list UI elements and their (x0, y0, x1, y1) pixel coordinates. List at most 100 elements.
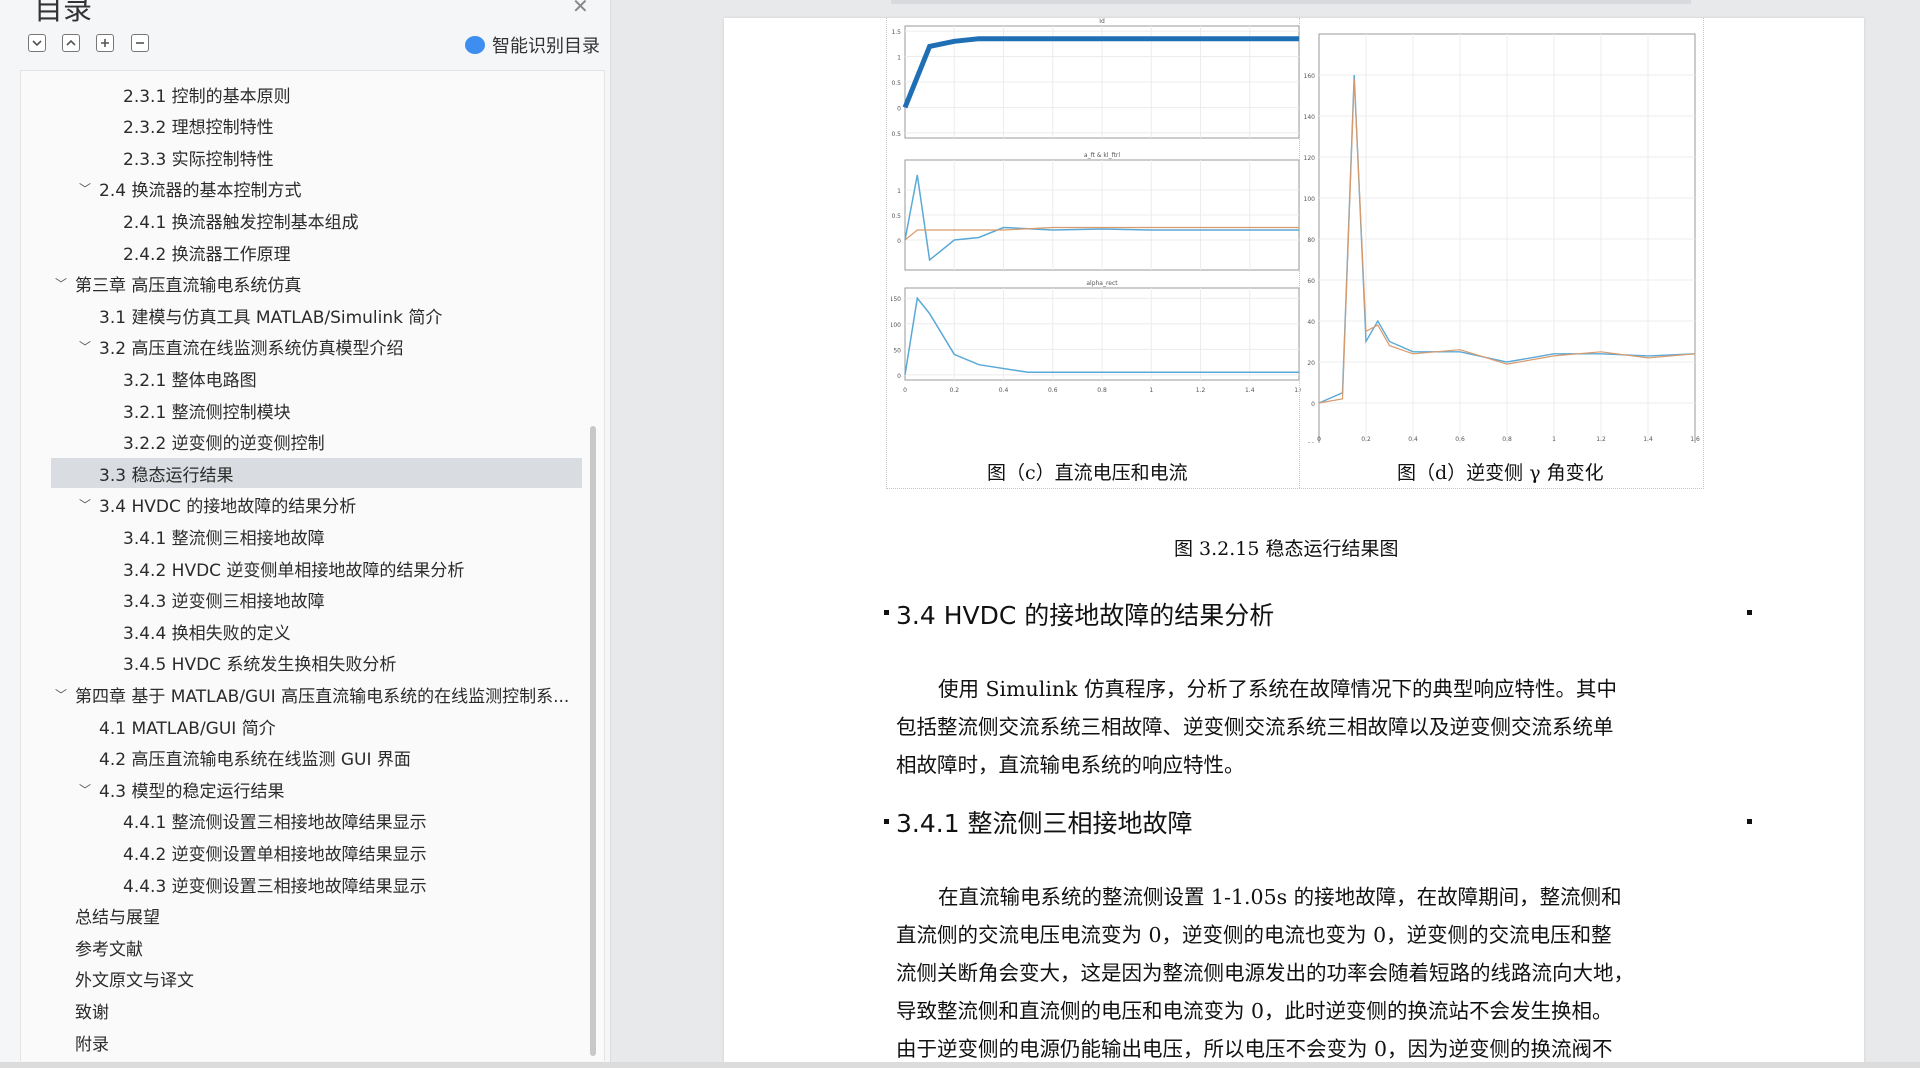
chevron-down-icon[interactable]: ﹀ (75, 781, 95, 798)
y-tick-label: 20 (1307, 360, 1315, 367)
toc-item-label: 3.4.5 HVDC 系统发生换相失败分析 (123, 655, 397, 676)
toc-item[interactable]: 3.1 建模与仿真工具 MATLAB/Simulink 简介 (51, 300, 582, 330)
chevron-down-icon[interactable]: ﹀ (75, 496, 95, 513)
plot-alpha-svg: 050100150alpha_rect0 0.2 0.4 0.6 0.8 1 1.2 1.4 1… (891, 280, 1301, 394)
toc-item[interactable]: 4.4.3 逆变侧设置三相接地故障结果显示 (51, 869, 582, 899)
y-tick-label: -0.5 (891, 131, 901, 138)
toc-item-label: 2.3.1 控制的基本原则 (123, 86, 291, 107)
toc-item[interactable]: 3.4.5 HVDC 系统发生换相失败分析 (51, 648, 582, 678)
y-tick-label: 0.5 (891, 213, 901, 220)
toc-item[interactable]: ﹀ 第三章 高压直流输电系统仿真 (51, 269, 582, 299)
figure-frame: -0.500.511.5Id 00.51a_ft & kl_ftrl 05010… (886, 18, 1704, 489)
toc-panel: 2.3.1 控制的基本原则 2.3.2 理想控制特性 2.3.3 实际控制特性 ﹀ 2.… (20, 70, 605, 1061)
toc-item[interactable]: 附录 (51, 1027, 582, 1057)
y-tick-label: 150 (891, 296, 901, 303)
toc-item-label: 总结与展望 (75, 908, 160, 929)
toc-item-label: 3.4 HVDC 的接地故障的结果分析 (99, 497, 357, 518)
toc-item-label: 4.4.3 逆变侧设置三相接地故障结果显示 (123, 876, 427, 897)
ai-assistant-icon (465, 36, 485, 54)
toc-item[interactable]: 外文原文与译文 (51, 964, 582, 994)
toc-item-label: 第三章 高压直流输电系统仿真 (75, 276, 302, 297)
toc-item[interactable]: ﹀ 3.4 HVDC 的接地故障的结果分析 (51, 490, 582, 520)
x-tick-label: 0.8 (1502, 436, 1512, 443)
toc-item[interactable]: ﹀ 3.2 高压直流在线监测系统仿真模型介绍 (51, 332, 582, 362)
plus-icon[interactable] (96, 34, 114, 52)
status-bar (0, 1062, 1920, 1068)
toc-item-label: 4.4.1 整流侧设置三相接地故障结果显示 (123, 813, 427, 834)
plot-id: -0.5 0 0.5 1 1.5 Id (891, 18, 1301, 148)
toc-item[interactable]: ﹀ 2.4 换流器的基本控制方式 (51, 174, 582, 204)
toc-item[interactable]: 3.4.2 HVDC 逆变侧单相接地故障的结果分析 (51, 553, 582, 583)
ruler (891, 0, 1691, 4)
toc-item[interactable]: 3.4.3 逆变侧三相接地故障 (51, 585, 582, 615)
heading-marker (884, 610, 889, 615)
plot-id-svg: -0.5 0 0.5 1 1.5 Id (891, 18, 1300, 139)
plot-voltage-svg: 0 0.5 1 a_ft & kl_ftrl (891, 152, 1300, 271)
expand-all-icon[interactable] (28, 34, 46, 52)
section-heading: 3.4 HVDC 的接地故障的结果分析 (896, 601, 1275, 630)
x-tick-label: 0.8 (1097, 387, 1107, 394)
toc-item[interactable]: 3.2.1 整体电路图 (51, 363, 582, 393)
smart-toc-button[interactable]: 智能识别目录 (465, 32, 600, 58)
toc-item[interactable]: 3.4.1 整流侧三相接地故障 (51, 521, 582, 551)
toc-item[interactable]: 4.4.2 逆变侧设置单相接地故障结果显示 (51, 837, 582, 867)
close-icon[interactable]: ✕ (572, 0, 589, 18)
toc-item[interactable]: 4.1 MATLAB/GUI 简介 (51, 711, 582, 741)
toc-item-label: 2.4.2 换流器工作原理 (123, 244, 291, 265)
chevron-down-icon[interactable]: ﹀ (51, 275, 71, 292)
y-tick-label: 60 (1307, 278, 1315, 285)
toc-item[interactable]: 2.3.2 理想控制特性 (51, 111, 582, 141)
toc-item[interactable]: 4.4.1 整流侧设置三相接地故障结果显示 (51, 806, 582, 836)
toc-item[interactable]: 3.2.1 整流侧控制模块 (51, 395, 582, 425)
toc-item[interactable]: 2.4.1 换流器触发控制基本组成 (51, 205, 582, 235)
toc-item-label: 第四章 基于 MATLAB/GUI 高压直流输电系统的在线监测控制系... (75, 686, 570, 707)
toc-item-label: 3.4.2 HVDC 逆变侧单相接地故障的结果分析 (123, 560, 465, 581)
plot-title: alpha_rect (1086, 280, 1118, 287)
toc-item[interactable]: ﹀ 第四章 基于 MATLAB/GUI 高压直流输电系统的在线监测控制系... (51, 679, 582, 709)
subsection-heading: 3.4.1 整流侧三相接地故障 (896, 809, 1193, 838)
toc-scrollbar[interactable] (590, 426, 596, 1056)
toc-item[interactable]: 4.2 高压直流输电系统在线监测 GUI 界面 (51, 743, 582, 773)
toc-item[interactable]: 参考文献 (51, 932, 582, 962)
toc-item[interactable]: 3.4.4 换相失败的定义 (51, 616, 582, 646)
para-line: 流侧关断角会变大，这是因为整流侧电源发出的功率会随着短路的线路流向大地， (896, 961, 1634, 985)
plot-gamma: -2002040608010012014016000.20.40.60.811.… (1303, 18, 1701, 443)
x-tick-label: 0.6 (1455, 436, 1465, 443)
y-tick-label: 1 (897, 55, 901, 62)
x-tick-label: 0.4 (1408, 436, 1418, 443)
y-tick-label: 1.5 (891, 29, 901, 36)
minus-icon[interactable] (131, 34, 149, 52)
smart-toc-label: 智能识别目录 (492, 36, 600, 57)
plot-title: a_ft & kl_ftrl (1084, 152, 1120, 159)
y-tick-label: 0 (897, 238, 901, 245)
toc-item-label: 致谢 (75, 1002, 109, 1023)
toc-item[interactable]: 2.3.3 实际控制特性 (51, 142, 582, 172)
para-line: 直流侧的交流电压电流变为 0，逆变侧的电流也变为 0，逆变侧的交流电压和整 (896, 923, 1612, 947)
y-tick-label: 100 (891, 322, 901, 329)
toc-item[interactable]: 2.3.1 控制的基本原则 (51, 79, 582, 109)
toc-item-label: 参考文献 (75, 939, 143, 960)
para-line: 导致整流侧和直流侧的电压和电流变为 0，此时逆变侧的换流站不会发生换相。 (896, 999, 1613, 1023)
toc-item[interactable]: 2.4.2 换流器工作原理 (51, 237, 582, 267)
x-tick-label: 1.2 (1196, 387, 1206, 394)
y-tick-label: 0.5 (891, 80, 901, 87)
toc-item[interactable]: 3.2.2 逆变侧的逆变侧控制 (51, 427, 582, 457)
chevron-down-icon[interactable]: ﹀ (51, 686, 71, 703)
collapse-all-icon[interactable] (62, 34, 80, 52)
toc-item[interactable]: ﹀ 4.3 模型的稳定运行结果 (51, 774, 582, 804)
plot-alpha: 0 50 100 150 alpha_rect 0 0.2 0.4 0.6 0.8 1 1.2 1.4 1… (891, 280, 1301, 410)
toc-item-label: 4.1 MATLAB/GUI 简介 (99, 718, 276, 739)
chevron-down-icon[interactable]: ﹀ (75, 338, 95, 355)
x-tick-label: 0 (1317, 436, 1321, 443)
toc-item-label: 4.3 模型的稳定运行结果 (99, 781, 285, 802)
heading-marker (884, 819, 889, 824)
chevron-down-icon[interactable]: ﹀ (75, 180, 95, 197)
toc-item[interactable]: 致谢 (51, 995, 582, 1025)
y-tick-label: 160 (1304, 73, 1316, 80)
toc-item[interactable]: 3.3 稳态运行结果 (51, 458, 582, 489)
toc-item-label: 4.4.2 逆变侧设置单相接地故障结果显示 (123, 844, 427, 865)
document-area: -0.500.511.5Id 00.51a_ft & kl_ftrl 05010… (611, 0, 1920, 1068)
x-tick-label: 1.4 (1643, 436, 1653, 443)
y-tick-label: 80 (1307, 237, 1315, 244)
toc-item[interactable]: 总结与展望 (51, 901, 582, 931)
